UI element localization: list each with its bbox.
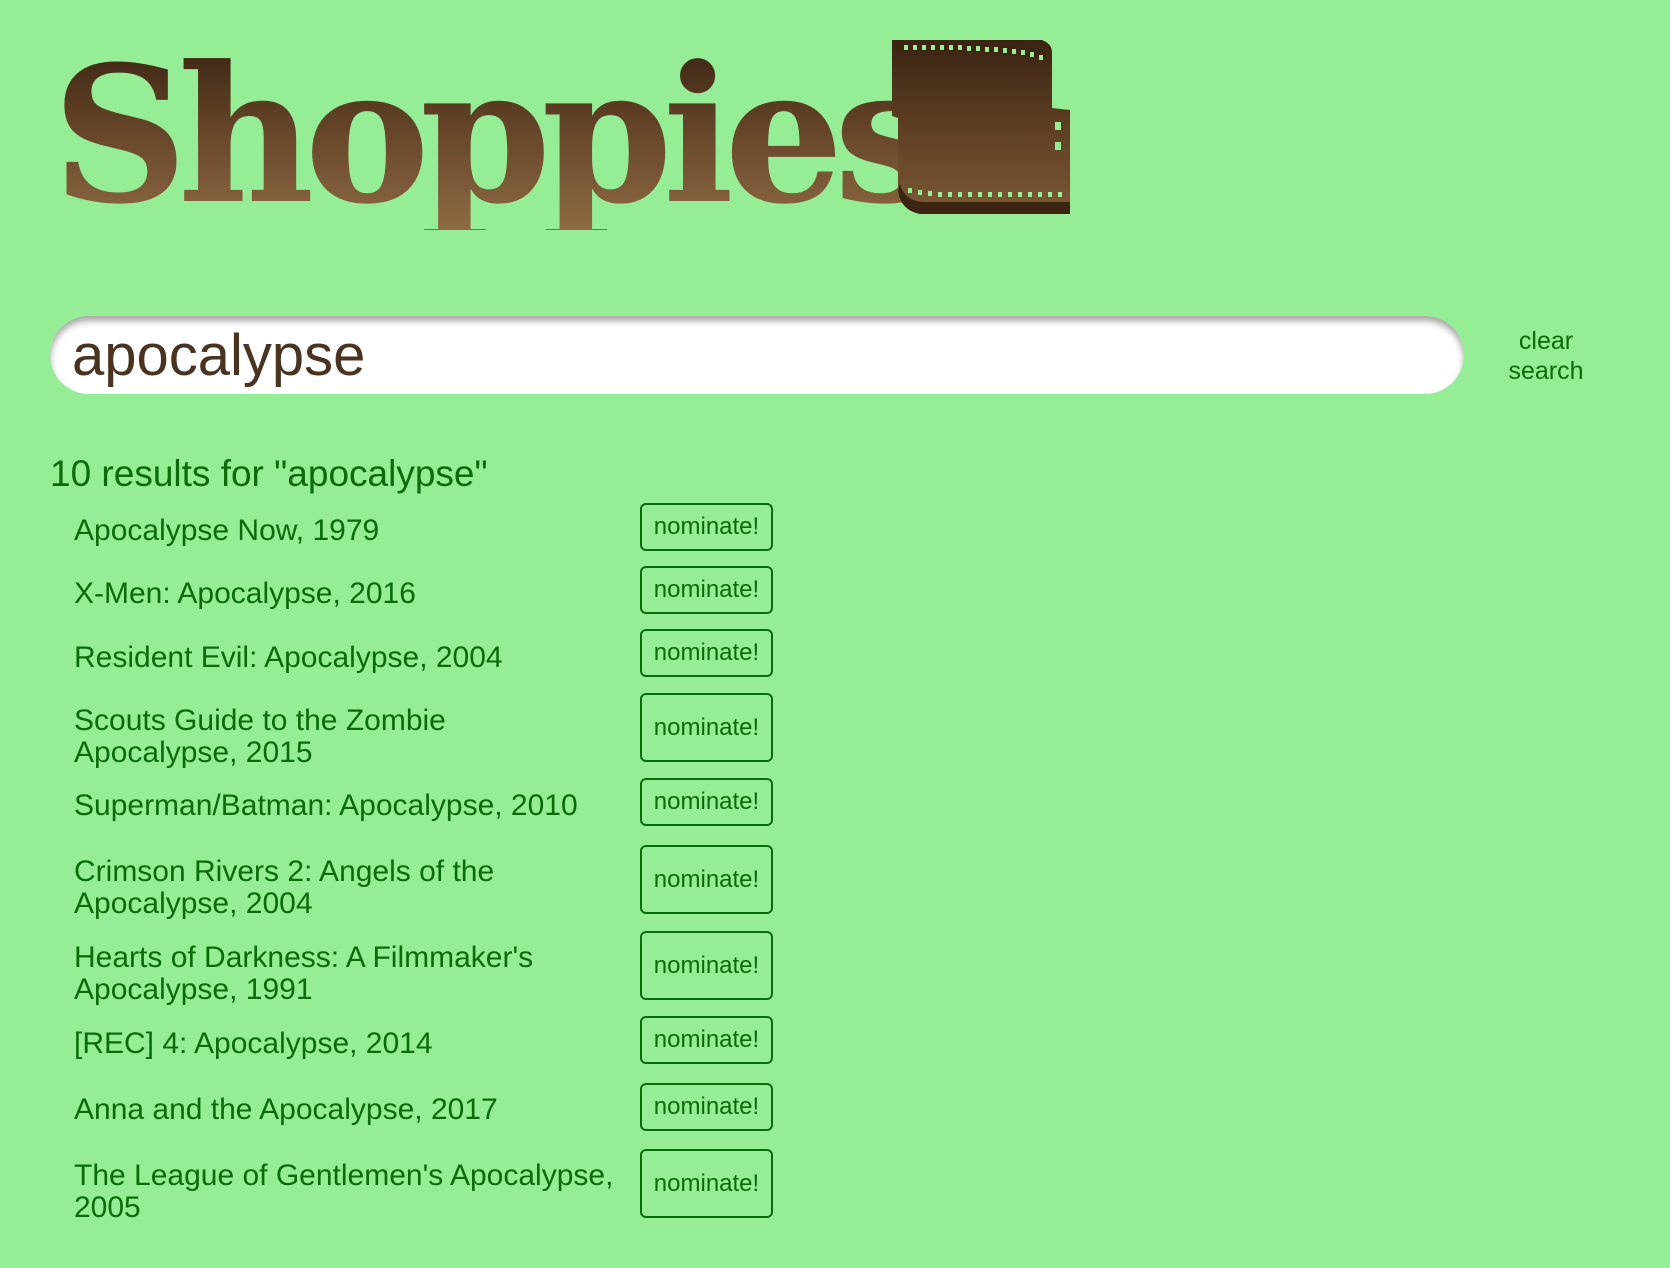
result-title: Crimson Rivers 2: Angels of the Apocalyp… — [74, 855, 495, 920]
nominate-button[interactable]: nominate! — [640, 778, 773, 826]
result-title: Superman/Batman: Apocalypse, 2010 — [74, 789, 578, 822]
result-title: [REC] 4: Apocalypse, 2014 — [74, 1027, 433, 1060]
app-header: Shoppies — [52, 30, 1102, 260]
search-input[interactable] — [50, 316, 1464, 394]
nominate-button[interactable]: nominate! — [640, 931, 773, 1000]
nominate-button[interactable]: nominate! — [640, 1016, 773, 1064]
film-strip-icon — [892, 40, 1070, 214]
clear-search-button[interactable]: clear search — [1490, 326, 1602, 386]
nominate-button[interactable]: nominate! — [640, 1083, 773, 1131]
clear-search-label-line2: search — [1508, 357, 1584, 385]
nominate-button[interactable]: nominate! — [640, 503, 773, 551]
nominate-button[interactable]: nominate! — [640, 566, 773, 614]
result-title: Hearts of Darkness: A Filmmaker's Apocal… — [74, 941, 534, 1006]
result-title: The League of Gentlemen's Apocalypse, 20… — [74, 1159, 614, 1224]
result-title: Anna and the Apocalypse, 2017 — [74, 1093, 498, 1126]
results-heading: 10 results for "apocalypse" — [50, 453, 488, 494]
nominate-button[interactable]: nominate! — [640, 629, 773, 677]
result-title: X-Men: Apocalypse, 2016 — [74, 577, 416, 610]
nominate-button[interactable]: nominate! — [640, 845, 773, 914]
nominate-button[interactable]: nominate! — [640, 693, 773, 762]
result-title: Apocalypse Now, 1979 — [74, 514, 380, 547]
nominate-button[interactable]: nominate! — [640, 1149, 773, 1218]
search-bar: clear search — [50, 316, 1650, 396]
result-title: Resident Evil: Apocalypse, 2004 — [74, 641, 503, 674]
clear-search-label-line1: clear — [1518, 327, 1574, 355]
result-title: Scouts Guide to the Zombie Apocalypse, 2… — [74, 704, 446, 769]
app-logo: Shoppies — [52, 25, 940, 246]
